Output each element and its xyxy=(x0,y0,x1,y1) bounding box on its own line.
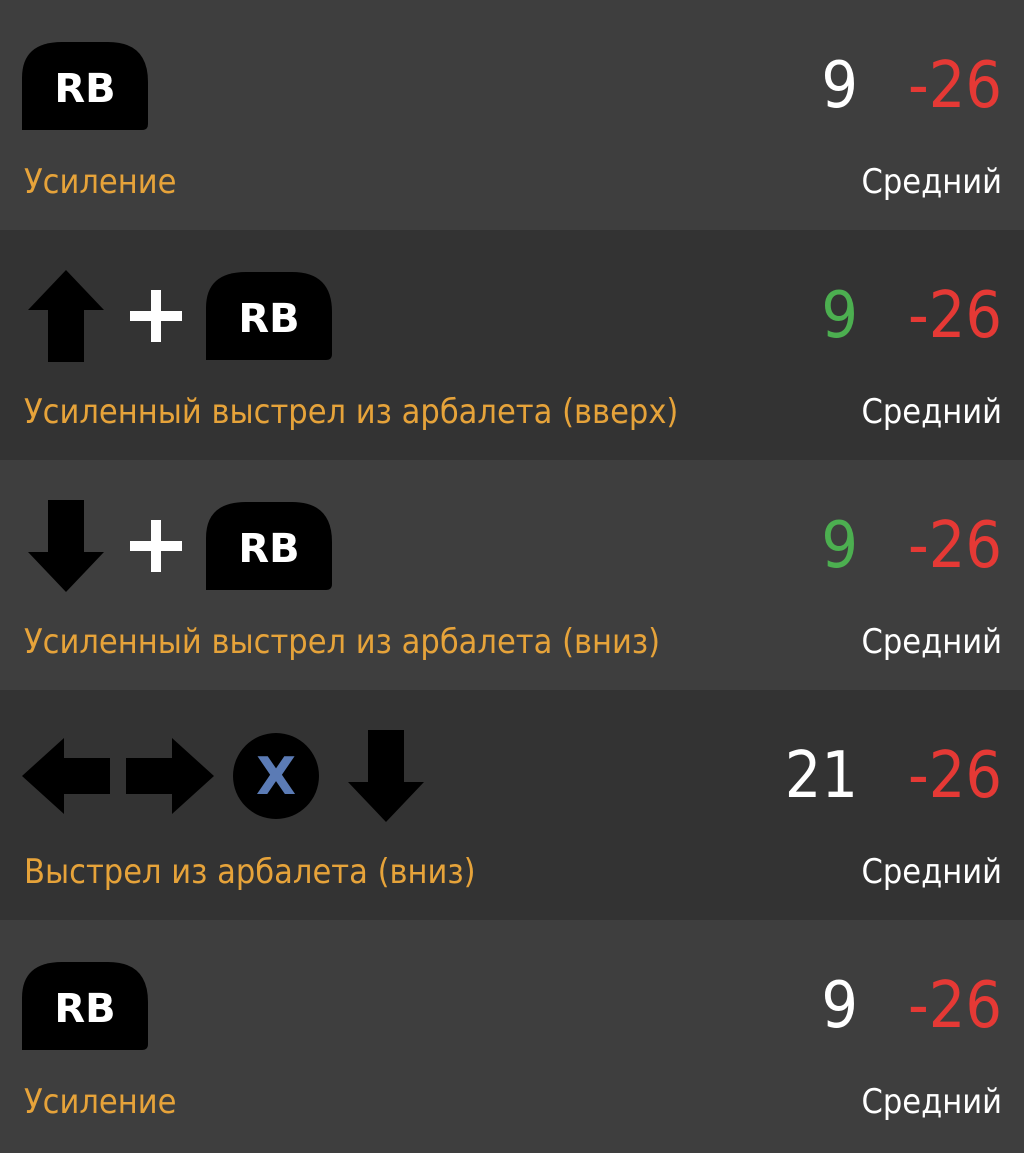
frame-advantage: -26 xyxy=(907,49,1002,123)
button-label: RB xyxy=(54,986,115,1032)
frame-data: 9 -26 xyxy=(821,966,1002,1046)
rb-button-icon: RB xyxy=(206,272,332,360)
move-list: RB 9 -26 Усиление Средний RB 9 -26 Усиле… xyxy=(0,0,1024,1153)
move-row[interactable]: RB 9 -26 Усиленный выстрел из арбалета (… xyxy=(0,230,1024,460)
startup-frames: 9 xyxy=(821,49,858,123)
button-label: RB xyxy=(238,296,299,342)
rb-button-icon: RB xyxy=(206,502,332,590)
plus-icon xyxy=(126,286,186,346)
move-name: Усиленный выстрел из арбалета (вниз) xyxy=(24,622,661,662)
frame-data: 21 -26 xyxy=(785,736,1002,816)
frame-advantage: -26 xyxy=(907,969,1002,1043)
input-sequence: RB xyxy=(22,40,148,132)
hit-level: Средний xyxy=(861,162,1002,202)
move-row[interactable]: RB 9 -26 Усиление Средний xyxy=(0,0,1024,230)
x-button-icon: X xyxy=(232,732,320,820)
hit-level: Средний xyxy=(861,622,1002,662)
move-name: Усиленный выстрел из арбалета (вверх) xyxy=(24,392,679,432)
move-name: Усиление xyxy=(24,162,177,202)
rb-button-icon: RB xyxy=(22,962,148,1050)
rb-button-icon: RB xyxy=(22,42,148,130)
move-row[interactable]: RB 9 -26 Усиление Средний xyxy=(0,920,1024,1153)
arrow-right-icon xyxy=(126,738,214,814)
startup-frames: 21 xyxy=(784,739,858,813)
move-row[interactable]: X 21 -26 Выстрел из арбалета (вниз) Сред… xyxy=(0,690,1024,920)
startup-frames: 9 xyxy=(821,509,858,583)
move-row[interactable]: RB 9 -26 Усиленный выстрел из арбалета (… xyxy=(0,460,1024,690)
arrow-down-icon xyxy=(348,730,424,822)
arrow-left-icon xyxy=(22,738,110,814)
frame-data: 9 -26 xyxy=(821,276,1002,356)
arrow-up-icon xyxy=(28,270,104,362)
frame-data: 9 -26 xyxy=(821,46,1002,126)
plus-icon xyxy=(126,516,186,576)
frame-advantage: -26 xyxy=(907,279,1002,353)
button-label: RB xyxy=(238,526,299,572)
frame-data: 9 -26 xyxy=(821,506,1002,586)
arrow-down-icon xyxy=(28,500,104,592)
input-sequence: RB xyxy=(22,960,148,1052)
input-sequence: X xyxy=(22,730,424,822)
move-name: Выстрел из арбалета (вниз) xyxy=(24,852,476,892)
frame-advantage: -26 xyxy=(907,509,1002,583)
startup-frames: 9 xyxy=(821,969,858,1043)
hit-level: Средний xyxy=(861,392,1002,432)
move-name: Усиление xyxy=(24,1082,177,1122)
hit-level: Средний xyxy=(861,852,1002,892)
input-sequence: RB xyxy=(22,270,332,362)
input-sequence: RB xyxy=(22,500,332,592)
button-label: RB xyxy=(54,66,115,112)
frame-advantage: -26 xyxy=(907,739,1002,813)
startup-frames: 9 xyxy=(821,279,858,353)
hit-level: Средний xyxy=(861,1082,1002,1122)
button-label: X xyxy=(256,747,296,807)
